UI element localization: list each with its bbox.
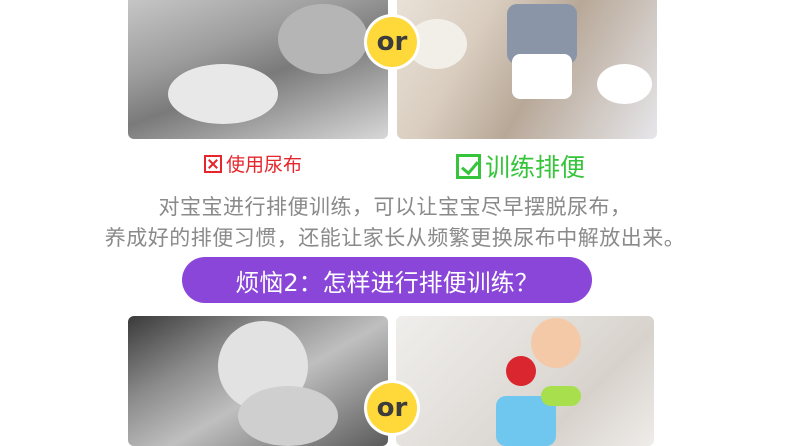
baby-held-photo [128, 316, 388, 446]
checkbox-icon [456, 153, 481, 179]
description-line-1: 对宝宝进行排便训练，可以让宝宝尽早摆脱尿布， [158, 195, 632, 219]
option-training-label: 训练排便 [485, 153, 586, 182]
x-box-icon [204, 154, 222, 173]
child-potty-training-photo [397, 0, 657, 139]
option-diaper: 使用尿布 [204, 150, 302, 177]
or-badge-top: or [367, 17, 417, 67]
option-training: 训练排便 [456, 148, 585, 184]
or-badge-bottom: or [367, 383, 417, 433]
description-line-2: 养成好的排便习惯，还能让家长从频繁更换尿布中解放出来。 [104, 226, 686, 250]
baby-on-toilet-ladder-photo [396, 316, 654, 446]
trouble-banner: 烦恼2：怎样进行排便训练？ [182, 257, 592, 303]
baby-lying-diaper-photo [128, 0, 388, 139]
option-diaper-label: 使用尿布 [226, 154, 303, 176]
